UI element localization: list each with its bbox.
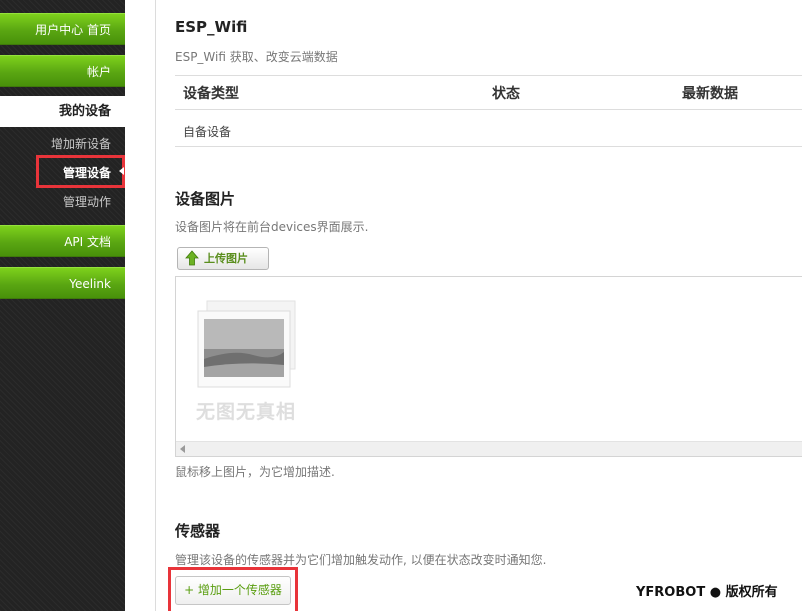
table-cell-device-type: 自备设备 [183, 125, 232, 139]
sidebar-item-user-center[interactable]: 用户中心 首页 [0, 13, 125, 45]
sidebar-item-my-devices[interactable]: 我的设备 [0, 96, 125, 127]
add-sensor-button[interactable]: + 增加一个传感器 [175, 576, 291, 605]
device-image-title: 设备图片 [175, 190, 236, 208]
sidebar-item-add-device[interactable]: 增加新设备 [51, 135, 111, 152]
device-image-description: 设备图片将在前台devices界面展示. [175, 220, 369, 234]
sensors-description: 管理该设备的传感器并为它们增加触发动作, 以便在状态改变时通知您. [175, 553, 547, 567]
column-header-latest-data: 最新数据 [682, 86, 738, 102]
table-header-divider [175, 109, 802, 110]
upload-image-button[interactable]: 上传图片 [177, 247, 269, 270]
horizontal-scrollbar[interactable] [176, 441, 802, 456]
upload-image-label: 上传图片 [204, 252, 248, 265]
sidebar-item-account[interactable]: 帐户 [0, 55, 125, 87]
column-header-status: 状态 [492, 86, 520, 102]
table-top-divider [175, 75, 802, 76]
device-description: ESP_Wifi 获取、改变云端数据 [175, 50, 338, 64]
sidebar-item-api-docs[interactable]: API 文档 [0, 225, 125, 257]
no-image-placeholder-icon [193, 297, 299, 397]
sidebar-item-manage-devices[interactable]: 管理设备 [63, 164, 111, 181]
sensors-title: 传感器 [175, 522, 221, 540]
footer-copyright: YFROBOT ● 版权所有 [636, 585, 778, 600]
sidebar-item-yeelink[interactable]: Yeelink [0, 267, 125, 299]
image-preview-area: 无图无真相 [175, 276, 802, 457]
scroll-left-icon[interactable] [180, 445, 185, 453]
sidebar-item-manage-actions[interactable]: 管理动作 [63, 193, 111, 210]
main-content: ESP_Wifi ESP_Wifi 获取、改变云端数据 设备类型 状态 最新数据… [155, 0, 802, 611]
device-title: ESP_Wifi [175, 18, 248, 36]
sidebar: 用户中心 首页 帐户 我的设备 增加新设备 管理设备 管理动作 API 文档 Y… [0, 0, 125, 611]
upload-arrow-icon [185, 250, 199, 273]
no-image-text: 无图无真相 [196, 401, 297, 423]
image-hint: 鼠标移上图片，为它增加描述. [175, 465, 335, 479]
table-bottom-divider [175, 146, 802, 147]
column-header-device-type: 设备类型 [183, 86, 239, 102]
active-caret-icon [119, 167, 124, 175]
